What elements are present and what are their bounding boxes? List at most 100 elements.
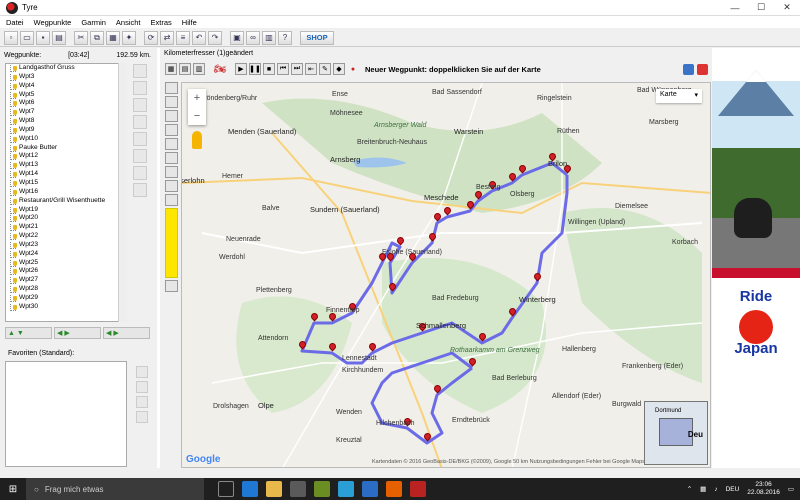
overview-map[interactable]: Dortmund Deu: [644, 401, 708, 465]
language-indicator[interactable]: DEU: [726, 486, 740, 493]
tool-book-icon[interactable]: [165, 280, 178, 292]
tyre-taskbar-icon[interactable]: [410, 481, 426, 497]
list-item[interactable]: Wpt7: [6, 108, 126, 117]
fav-edit-icon[interactable]: [136, 366, 148, 378]
outlook-icon[interactable]: [362, 481, 378, 497]
list-item[interactable]: Wpt21: [6, 223, 126, 232]
tray-up-icon[interactable]: ⌃: [687, 485, 692, 493]
binoculars-icon[interactable]: ∞: [246, 30, 260, 45]
new-file-icon[interactable]: ▫: [4, 30, 18, 45]
clock[interactable]: 23:06 22.08.2016: [747, 481, 780, 497]
sync-icon[interactable]: ⟳: [144, 30, 158, 45]
list-item[interactable]: Landgasthof Gruss: [6, 64, 126, 73]
list-item[interactable]: Wpt9: [6, 126, 126, 135]
list-item[interactable]: Wpt10: [6, 135, 126, 144]
nav-left-right-button[interactable]: ◀ ▶: [54, 327, 101, 339]
menu-wegpunkte[interactable]: Wegpunkte: [34, 18, 72, 27]
list-item[interactable]: Wpt3: [6, 73, 126, 82]
minimize-button[interactable]: —: [722, 0, 748, 16]
nav-expand-button[interactable]: ◀ ▶: [103, 327, 150, 339]
tool-magnet-icon[interactable]: [165, 138, 178, 150]
pause-icon[interactable]: ❚❚: [249, 63, 261, 75]
open-folder-icon[interactable]: ▭: [20, 30, 34, 45]
menu-datei[interactable]: Datei: [6, 18, 24, 27]
tool-measure-icon[interactable]: [165, 110, 178, 122]
network-icon[interactable]: ▦: [700, 485, 706, 493]
map-type-select[interactable]: Karte ▾: [656, 89, 702, 103]
list-item[interactable]: Wpt24: [6, 250, 126, 259]
taskbar-search[interactable]: ○ Frag mich etwas: [26, 478, 204, 500]
list-item[interactable]: Wpt12: [6, 152, 126, 161]
pencil-icon[interactable]: ✎: [319, 63, 331, 75]
add-pin-icon[interactable]: ●: [347, 63, 359, 75]
move-down-icon[interactable]: [133, 115, 147, 129]
play-icon[interactable]: ▶: [235, 63, 247, 75]
motorcycle-icon[interactable]: 🏍: [207, 63, 233, 75]
move-up-icon[interactable]: [133, 98, 147, 112]
import-icon[interactable]: [133, 183, 147, 197]
nav-up-down-button[interactable]: ▲ ▼: [5, 327, 52, 339]
list-item[interactable]: Wpt5: [6, 91, 126, 100]
tool-zoom-icon[interactable]: [165, 124, 178, 136]
map-canvas[interactable]: Fröndenberg/Ruhr Ense Bad Sassendorf Rin…: [181, 82, 711, 468]
list-item[interactable]: Wpt25: [6, 259, 126, 268]
map-list-icon[interactable]: ▤: [179, 63, 191, 75]
cut-icon[interactable]: ✂: [74, 30, 88, 45]
route-icon[interactable]: [133, 149, 147, 163]
transfer-icon[interactable]: ⇄: [160, 30, 174, 45]
help-icon[interactable]: ?: [278, 30, 292, 45]
firefox-icon[interactable]: [386, 481, 402, 497]
stop-icon[interactable]: ■: [263, 63, 275, 75]
map-restore-icon[interactable]: [683, 63, 694, 75]
list-item[interactable]: Wpt8: [6, 117, 126, 126]
list-item[interactable]: Wpt14: [6, 170, 126, 179]
delete-icon[interactable]: [133, 81, 147, 95]
list-item[interactable]: Wpt23: [6, 241, 126, 250]
copy-icon[interactable]: ⧉: [90, 30, 104, 45]
map-attribution[interactable]: Kartendaten © 2016 GeoBasis-DE/BKG (©200…: [372, 459, 664, 465]
edge-icon[interactable]: [242, 481, 258, 497]
fav-folder-icon[interactable]: [136, 396, 148, 408]
windows-start-icon[interactable]: ⊞: [0, 478, 26, 500]
list-item[interactable]: Wpt29: [6, 294, 126, 303]
notification-icon[interactable]: ▭: [788, 485, 794, 493]
tool-highlight-bar[interactable]: [165, 208, 178, 278]
first-icon[interactable]: ⇤: [305, 63, 317, 75]
fav-delete-icon[interactable]: [136, 381, 148, 393]
undo-icon[interactable]: ↶: [192, 30, 206, 45]
tool-filter-icon[interactable]: [165, 152, 178, 164]
map-grid-icon[interactable]: ▦: [165, 63, 177, 75]
tool-layer-icon[interactable]: [165, 194, 178, 206]
tool-rss-icon[interactable]: [165, 166, 178, 178]
list-item[interactable]: Wpt4: [6, 82, 126, 91]
redo-icon[interactable]: ↷: [208, 30, 222, 45]
print-icon[interactable]: ▤: [52, 30, 66, 45]
ad-banner[interactable]: Ride Japan: [712, 48, 800, 468]
list-item[interactable]: Restaurant/Grill Wisenthuette: [6, 197, 126, 206]
next-icon[interactable]: ⏭: [291, 63, 303, 75]
explorer-icon[interactable]: [266, 481, 282, 497]
list-item[interactable]: Wpt26: [6, 267, 126, 276]
list-item[interactable]: Wpt30: [6, 303, 126, 312]
list-item[interactable]: Wpt20: [6, 214, 126, 223]
app-icon-generic[interactable]: [314, 481, 330, 497]
calendar-icon[interactable]: ▥: [262, 30, 276, 45]
menu-extras[interactable]: Extras: [151, 18, 172, 27]
skype-icon[interactable]: [338, 481, 354, 497]
paste-icon[interactable]: ▦: [106, 30, 120, 45]
tool-select-icon[interactable]: [165, 96, 178, 108]
list-item[interactable]: Wpt28: [6, 285, 126, 294]
tool-hand-icon[interactable]: [165, 82, 178, 94]
task-view-icon[interactable]: [218, 481, 234, 497]
edit-icon[interactable]: [133, 64, 147, 78]
list-item[interactable]: Pauke Butter: [6, 144, 126, 153]
volume-icon[interactable]: ♪: [714, 486, 717, 493]
garmin-icon[interactable]: ▣: [230, 30, 244, 45]
waypoint-scrollbar[interactable]: [118, 63, 127, 322]
menu-garmin[interactable]: Garmin: [81, 18, 106, 27]
tool-road-icon[interactable]: [165, 180, 178, 192]
pegman-icon[interactable]: [192, 131, 202, 149]
shop-button[interactable]: SHOP: [300, 30, 334, 45]
menu-hilfe[interactable]: Hilfe: [182, 18, 197, 27]
fav-window-icon[interactable]: [136, 411, 148, 423]
